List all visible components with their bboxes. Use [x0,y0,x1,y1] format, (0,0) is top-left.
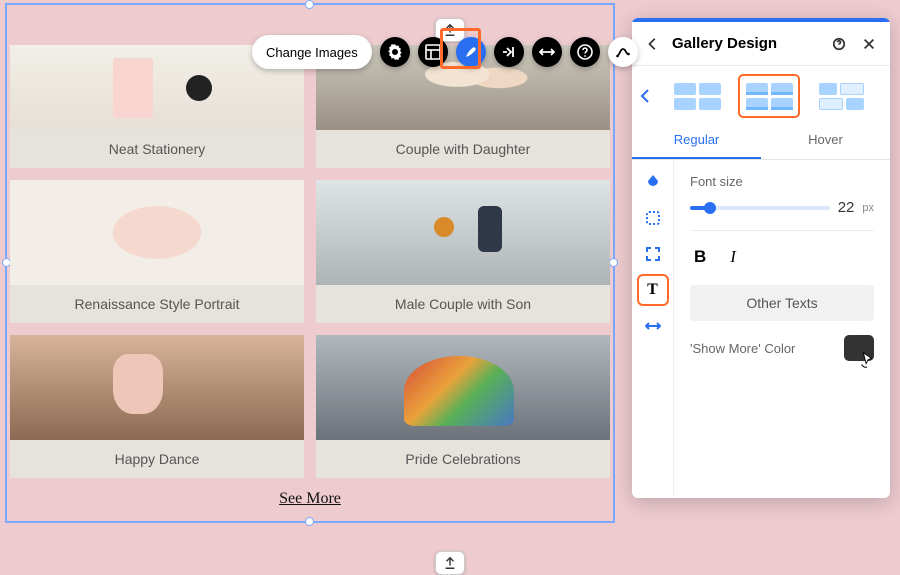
gallery-grid: Neat Stationery Couple with Daughter Ren… [10,45,610,508]
gallery-caption: Neat Stationery [10,130,304,168]
corners-tab-icon[interactable] [639,240,667,268]
gallery-card[interactable]: Male Couple with Son [316,180,610,323]
layout-prev-icon[interactable] [636,88,654,104]
gallery-caption: Male Couple with Son [316,285,610,323]
gallery-card[interactable]: Happy Dance [10,335,304,478]
resize-handle-top[interactable] [305,0,314,9]
font-size-label: Font size [690,174,874,189]
panel-header: Gallery Design [632,22,890,66]
layout-option-1[interactable] [668,76,726,116]
gallery-image [316,180,610,285]
design-panel: Gallery Design Regular Hover T [632,18,890,498]
see-more-link[interactable]: See More [10,490,610,508]
gallery-image [316,335,610,440]
gallery-card[interactable]: Pride Celebrations [316,335,610,478]
layout-picker [632,66,890,122]
anchor-bottom-button[interactable] [435,551,465,575]
cursor-icon [858,351,876,369]
gallery-image [10,335,304,440]
layout-icon[interactable] [418,37,448,67]
divider [690,230,874,231]
gallery-card[interactable]: Renaissance Style Portrait [10,180,304,323]
settings-icon[interactable] [380,37,410,67]
animation-icon[interactable] [494,37,524,67]
italic-toggle[interactable]: I [730,247,736,267]
help-icon[interactable] [570,37,600,67]
tab-regular[interactable]: Regular [632,122,761,159]
slider-knob[interactable] [704,202,716,214]
gallery-selection[interactable]: Neat Stationery Couple with Daughter Ren… [5,3,615,523]
see-more-label: See More [279,490,341,507]
close-icon[interactable] [858,33,880,55]
border-tab-icon[interactable] [639,204,667,232]
font-size-slider[interactable] [690,206,830,210]
font-size-unit: px [862,202,874,214]
font-size-value: 22 [838,199,855,216]
panel-help-icon[interactable] [828,33,850,55]
show-more-color-label: 'Show More' Color [690,341,795,356]
panel-content: Font size 22 px B I Other Texts 'Show Mo… [674,160,890,496]
panel-sidebar: T [632,160,674,496]
layout-option-2[interactable] [740,76,798,116]
fill-tab-icon[interactable] [639,168,667,196]
state-tabs: Regular Hover [632,122,890,160]
other-texts-section[interactable]: Other Texts [690,285,874,321]
gallery-caption: Renaissance Style Portrait [10,285,304,323]
change-images-button[interactable]: Change Images [252,35,372,69]
layout-option-3[interactable] [812,76,870,116]
back-icon[interactable] [642,33,664,55]
show-more-color-swatch[interactable] [844,335,874,361]
stretch-icon[interactable] [532,37,562,67]
connect-icon[interactable] [608,37,638,67]
design-icon[interactable] [456,37,486,67]
gallery-caption: Couple with Daughter [316,130,610,168]
text-tab-icon[interactable]: T [639,276,667,304]
spacing-tab-icon[interactable] [639,312,667,340]
bold-toggle[interactable]: B [694,247,706,267]
panel-title: Gallery Design [672,35,820,52]
change-images-label: Change Images [266,45,358,60]
element-toolbar: Change Images [252,34,638,70]
gallery-image [10,180,304,285]
tab-hover[interactable]: Hover [761,122,890,159]
gallery-caption: Happy Dance [10,440,304,478]
resize-handle-bottom[interactable] [305,517,314,526]
gallery-caption: Pride Celebrations [316,440,610,478]
resize-handle-right[interactable] [609,258,618,267]
